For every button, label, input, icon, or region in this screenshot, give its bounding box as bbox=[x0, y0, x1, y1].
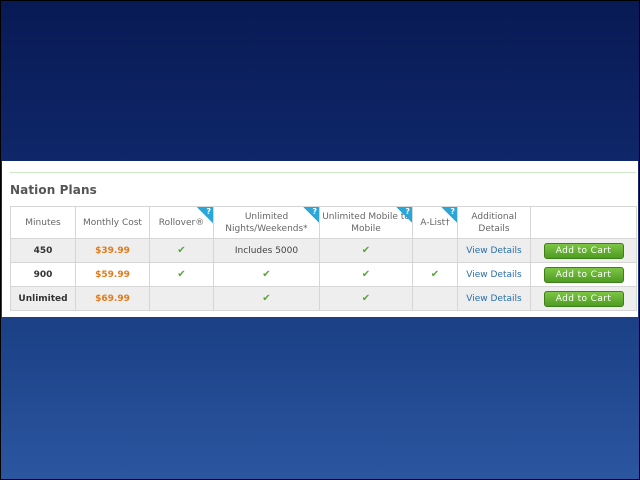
cart-cell: Add to Cart bbox=[530, 286, 637, 311]
nights-cell: ✔ bbox=[213, 286, 320, 311]
add-to-cart-button[interactable]: Add to Cart bbox=[543, 266, 624, 283]
checkmark-icon: ✔ bbox=[361, 245, 371, 256]
help-icon[interactable]: ? bbox=[197, 207, 213, 223]
table-row: 900 $59.99 ✔ ✔ ✔ ✔ View Details Add to C… bbox=[10, 262, 637, 287]
plans-panel: Nation Plans Minutes Monthly Cost Rollov… bbox=[2, 161, 638, 317]
view-details-link[interactable]: View Details bbox=[466, 294, 521, 304]
minutes-cell: 450 bbox=[10, 238, 76, 263]
checkmark-icon: ✔ bbox=[262, 269, 271, 280]
add-to-cart-button[interactable]: Add to Cart bbox=[543, 290, 624, 307]
price-cell: $39.99 bbox=[75, 238, 150, 263]
alist-cell bbox=[412, 238, 458, 263]
alist-cell bbox=[412, 286, 458, 311]
price-cell: $59.99 bbox=[75, 262, 150, 287]
slide-frame: Nation Plans Minutes Monthly Cost Rollov… bbox=[0, 0, 640, 480]
view-details-link[interactable]: View Details bbox=[466, 246, 521, 256]
view-details-link[interactable]: View Details bbox=[466, 270, 521, 280]
rollover-cell bbox=[149, 286, 214, 311]
table-row: Unlimited $69.99 ✔ ✔ View Details Add to… bbox=[10, 286, 637, 311]
help-icon[interactable]: ? bbox=[441, 207, 457, 223]
add-to-cart-button[interactable]: Add to Cart bbox=[543, 242, 624, 259]
divider bbox=[10, 172, 636, 173]
help-icon[interactable]: ? bbox=[396, 207, 412, 223]
minutes-cell: 900 bbox=[10, 262, 76, 287]
table-row: 450 $39.99 ✔ Includes 5000 ✔ View Detail… bbox=[10, 238, 637, 263]
alist-cell: ✔ bbox=[412, 262, 458, 287]
nights-cell: ✔ bbox=[213, 262, 320, 287]
checkmark-icon: ✔ bbox=[177, 269, 186, 280]
header-additional-details: Additional Details bbox=[457, 206, 531, 239]
minutes-cell: Unlimited bbox=[10, 286, 76, 311]
details-cell: View Details bbox=[457, 262, 531, 287]
mobile-cell: ✔ bbox=[319, 238, 413, 263]
header-cart bbox=[530, 206, 637, 239]
price-cell: $69.99 bbox=[75, 286, 150, 311]
header-rollover: Rollover® ? bbox=[149, 206, 214, 239]
rollover-cell: ✔ bbox=[149, 262, 214, 287]
cart-cell: Add to Cart bbox=[530, 238, 637, 263]
details-cell: View Details bbox=[457, 238, 531, 263]
section-title: Nation Plans bbox=[10, 183, 97, 197]
mobile-cell: ✔ bbox=[319, 286, 413, 311]
header-unlimited-mobile: Unlimited Mobile to Mobile ? bbox=[319, 206, 413, 239]
checkmark-icon: ✔ bbox=[361, 269, 371, 280]
help-icon[interactable]: ? bbox=[303, 207, 319, 223]
checkmark-icon: ✔ bbox=[262, 293, 271, 304]
details-cell: View Details bbox=[457, 286, 531, 311]
checkmark-icon: ✔ bbox=[430, 269, 440, 280]
header-minutes: Minutes bbox=[10, 206, 76, 239]
header-unlimited-nights: Unlimited Nights/Weekends* ? bbox=[213, 206, 320, 239]
mobile-cell: ✔ bbox=[319, 262, 413, 287]
table-header: Minutes Monthly Cost Rollover® ? Unlimit… bbox=[10, 206, 637, 239]
cart-cell: Add to Cart bbox=[530, 262, 637, 287]
checkmark-icon: ✔ bbox=[177, 245, 186, 256]
checkmark-icon: ✔ bbox=[361, 293, 371, 304]
header-a-list: A-List† ? bbox=[412, 206, 458, 239]
header-monthly-cost: Monthly Cost bbox=[75, 206, 150, 239]
rollover-cell: ✔ bbox=[149, 238, 214, 263]
plans-table: Minutes Monthly Cost Rollover® ? Unlimit… bbox=[10, 206, 637, 311]
nights-cell: Includes 5000 bbox=[213, 238, 320, 263]
